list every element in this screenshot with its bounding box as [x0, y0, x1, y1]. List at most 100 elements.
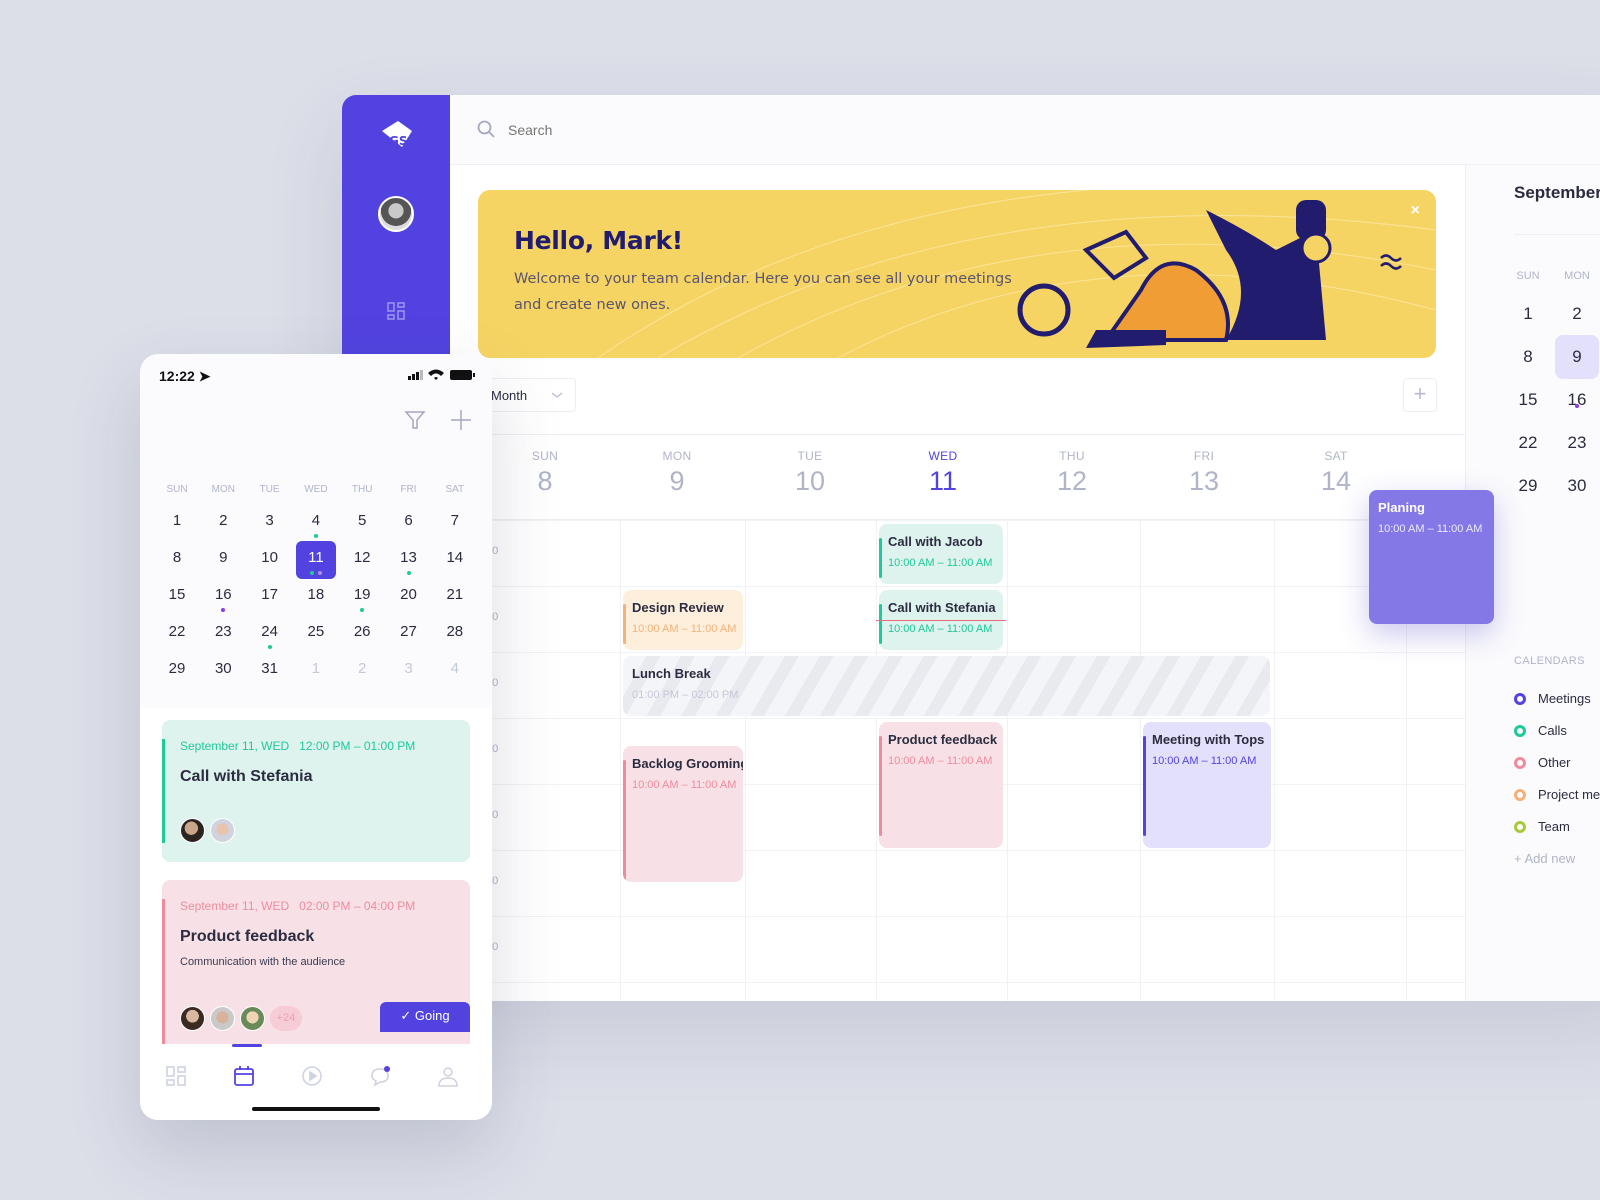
day-name: FRI [1193, 449, 1215, 463]
battery-icon [450, 370, 472, 380]
event-color-bar [879, 538, 882, 578]
tab-calendar-icon[interactable] [232, 1064, 256, 1088]
mini-cal-day[interactable]: 9 [1555, 335, 1599, 379]
day-number: 10 [794, 466, 826, 496]
mobile-cal-day[interactable]: 11 [295, 541, 336, 579]
grid-vline [1007, 520, 1008, 1001]
add-event-button[interactable]: + [1403, 378, 1437, 412]
day-number: 12 [1056, 466, 1088, 496]
app-logo-icon[interactable]: GS [376, 115, 416, 155]
add-calendar-button[interactable]: + Add new [1514, 851, 1575, 866]
mini-cal-day[interactable]: 29 [1506, 464, 1550, 508]
event-planing-dragging[interactable]: Planing 10:00 AM – 11:00 AM [1369, 490, 1494, 624]
mobile-cal-day[interactable]: 7 [435, 504, 475, 542]
tab-dashboard-icon[interactable] [164, 1064, 188, 1088]
mobile-cal-day[interactable]: 21 [435, 578, 475, 616]
mobile-cal-day[interactable]: 28 [435, 615, 475, 653]
day-header-mon[interactable]: MON 9 [617, 449, 737, 497]
calendar-label: Calls [1538, 723, 1567, 738]
day-header-wed[interactable]: WED 11 [883, 449, 1003, 497]
day-name: SAT [1324, 449, 1348, 463]
mobile-cal-day[interactable]: 2 [203, 504, 243, 542]
mobile-cal-day[interactable]: 1 [296, 652, 336, 690]
mobile-cal-day[interactable]: 26 [342, 615, 382, 653]
signal-icon [408, 370, 423, 380]
mini-cal-day[interactable]: 22 [1506, 421, 1550, 465]
mobile-cal-day[interactable]: 18 [296, 578, 336, 616]
card-edge [162, 739, 165, 843]
mobile-cal-day[interactable]: 2 [342, 652, 382, 690]
day-header-tue[interactable]: TUE 10 [750, 449, 870, 497]
mobile-cal-day[interactable]: 27 [389, 615, 429, 653]
calendar-item-calls[interactable]: Calls [1514, 723, 1567, 738]
calendar-item-other[interactable]: Other [1514, 755, 1571, 770]
calendar-item-project-me[interactable]: Project me [1514, 787, 1600, 802]
calendar-color-ring-icon [1514, 725, 1526, 737]
event-dot [406, 571, 411, 575]
mobile-cal-day[interactable]: 15 [157, 578, 197, 616]
event-call-with-jacob[interactable]: Call with Jacob 10:00 AM – 11:00 AM [879, 524, 1003, 584]
mobile-cal-day[interactable]: 5 [342, 504, 382, 542]
mobile-cal-day[interactable]: 10 [250, 541, 290, 579]
event-product-feedback[interactable]: Product feedback 10:00 AM – 11:00 AM [879, 722, 1003, 848]
event-dot [309, 571, 314, 575]
user-avatar[interactable] [378, 196, 414, 232]
mini-cal-day[interactable]: 23 [1555, 421, 1599, 465]
mini-cal-day[interactable]: 30 [1555, 464, 1599, 508]
card-title: Call with Stefania [180, 768, 313, 785]
mobile-cal-day[interactable]: 3 [389, 652, 429, 690]
add-icon[interactable] [450, 409, 472, 431]
event-backlog-grooming[interactable]: Backlog Grooming 10:00 AM – 11:00 AM [623, 746, 743, 882]
mobile-cal-day[interactable]: 22 [157, 615, 197, 653]
tab-bar [140, 1044, 492, 1120]
event-card-call[interactable]: September 11, WED 12:00 PM – 01:00 PM Ca… [162, 720, 470, 862]
banner-close-button[interactable]: × [1411, 202, 1420, 220]
day-header-fri[interactable]: FRI 13 [1144, 449, 1264, 497]
day-header-thu[interactable]: THU 12 [1012, 449, 1132, 497]
filter-icon[interactable] [404, 409, 426, 431]
mini-cal-day[interactable]: 15 [1506, 378, 1550, 422]
event-design-review[interactable]: Design Review 10:00 AM – 11:00 AM [623, 590, 743, 650]
mobile-cal-day[interactable]: 20 [389, 578, 429, 616]
mobile-cal-day[interactable]: 31 [250, 652, 290, 690]
mobile-cal-day[interactable]: 12 [342, 541, 382, 579]
mini-cal-day[interactable]: 2 [1555, 292, 1599, 336]
mobile-cal-day[interactable]: 25 [296, 615, 336, 653]
mobile-cal-day[interactable]: 3 [250, 504, 290, 542]
mini-cal-day[interactable]: 1 [1506, 292, 1550, 336]
grid-vline [1274, 520, 1275, 1001]
event-color-bar [879, 736, 882, 836]
calendar-item-team[interactable]: Team [1514, 819, 1570, 834]
mobile-cal-day[interactable]: 8 [157, 541, 197, 579]
tab-play-icon[interactable] [300, 1064, 324, 1088]
mini-cal-day[interactable]: 8 [1506, 335, 1550, 379]
calendar-color-ring-icon [1514, 789, 1526, 801]
day-header-sun[interactable]: SUN 8 [485, 449, 605, 497]
time-grid: 00 00 00 00 00 00 00 Call with Jacob 10:00 AM – … [450, 520, 1465, 1001]
mobile-cal-day[interactable]: 4 [435, 652, 475, 690]
mini-cal-day[interactable]: 16 [1555, 378, 1599, 422]
going-button[interactable]: ✓ Going [380, 1002, 470, 1032]
mobile-cal-day[interactable]: 1 [157, 504, 197, 542]
location-arrow-icon: ➤ [198, 368, 211, 384]
event-title: Call with Stefania [888, 600, 996, 615]
mobile-cal-day[interactable]: 6 [389, 504, 429, 542]
calendar-item-meetings[interactable]: Meetings [1514, 691, 1591, 706]
mobile-cal-day[interactable]: 9 [203, 541, 243, 579]
view-mode-dropdown[interactable]: Month [478, 378, 576, 412]
event-title: Planing [1378, 500, 1425, 515]
more-attendees-badge[interactable]: +24 [270, 1006, 302, 1031]
event-meeting-with-tops[interactable]: Meeting with Tops 10:00 AM – 11:00 AM [1143, 722, 1271, 848]
mobile-cal-day[interactable]: 17 [250, 578, 290, 616]
event-lunch-break[interactable]: Lunch Break 01:00 PM – 02:00 PM [623, 656, 1270, 716]
dashboard-icon[interactable] [386, 301, 406, 321]
search-input[interactable] [508, 115, 808, 145]
mobile-cal-day[interactable]: 23 [203, 615, 243, 653]
day-name: TUE [797, 449, 823, 463]
mobile-cal-day[interactable]: 29 [157, 652, 197, 690]
tab-profile-icon[interactable] [436, 1064, 460, 1088]
event-card-product-feedback[interactable]: September 11, WED 02:00 PM – 04:00 PM Pr… [162, 880, 470, 1044]
mobile-cal-day[interactable]: 30 [203, 652, 243, 690]
tab-chat-icon[interactable] [368, 1064, 392, 1088]
mobile-cal-day[interactable]: 14 [435, 541, 475, 579]
